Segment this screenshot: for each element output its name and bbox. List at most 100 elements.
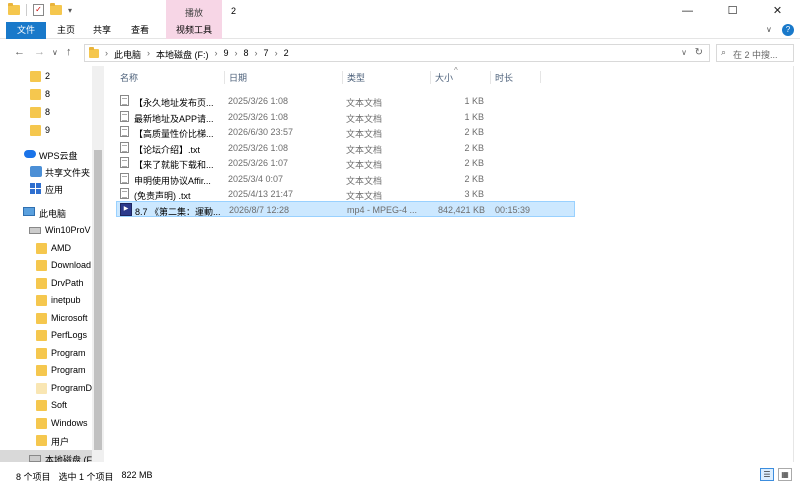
shared-folder-icon: [30, 166, 42, 177]
folder-icon: [36, 330, 47, 341]
table-row[interactable]: 【来了就能下载和... 2025/3/26 1:07 文本文档 2 KB: [116, 155, 676, 171]
sidebar-item-drive-f[interactable]: 本地磁盘 (F: [0, 450, 92, 462]
crumb-9[interactable]: 9: [224, 48, 229, 61]
text-file-icon: [120, 188, 129, 199]
tab-file[interactable]: 文件: [6, 22, 46, 39]
sidebar-item-amd[interactable]: AMD: [0, 240, 92, 257]
folder-icon: [36, 260, 47, 271]
sidebar-item-windows[interactable]: Windows: [0, 415, 92, 432]
column-header-name[interactable]: 名称: [120, 71, 138, 84]
search-icon: ⌕: [721, 47, 727, 57]
context-tab-play[interactable]: 播放: [166, 6, 222, 19]
text-file-icon: [120, 157, 129, 168]
recent-locations-icon[interactable]: ∨: [52, 48, 58, 57]
tab-home[interactable]: 主页: [50, 22, 82, 39]
table-row-selected[interactable]: ▶ 8.7 《第二集：運動... 2026/8/7 12:28 mp4 - MP…: [116, 201, 575, 217]
address-bar[interactable]: › 此电脑 › 本地磁盘 (F:) › 9 › 8 › 7 › 2 ∨ ↻: [84, 44, 710, 62]
maximize-button[interactable]: ☐: [710, 0, 755, 22]
sidebar-item-this-pc[interactable]: 此电脑: [0, 204, 92, 221]
folder-icon: [30, 107, 41, 118]
crumb-2[interactable]: 2: [284, 48, 289, 61]
table-row[interactable]: 【永久地址发布页... 2025/3/26 1:08 文本文档 1 KB: [116, 93, 676, 109]
text-file-icon: [120, 111, 129, 122]
up-arrow-icon[interactable]: ↑: [66, 46, 72, 58]
help-icon[interactable]: ?: [782, 24, 794, 36]
table-row[interactable]: 【论坛介绍】.txt 2025/3/26 1:08 文本文档 2 KB: [116, 140, 676, 156]
chevron-down-icon[interactable]: ∨: [681, 48, 687, 57]
title-bar: 播放 ✓ ▾ 2 — ☐ ✕: [0, 0, 800, 38]
divider: [540, 71, 541, 83]
folder-icon: [36, 278, 47, 289]
window-title: 2: [231, 6, 237, 16]
properties-icon[interactable]: ✓: [33, 4, 44, 16]
chevron-down-icon[interactable]: ∨: [766, 25, 776, 35]
tab-share[interactable]: 共享: [86, 22, 118, 39]
text-file-icon: [120, 173, 129, 184]
sidebar-item-microsoft[interactable]: Microsoft: [0, 310, 92, 327]
customize-dropdown-icon[interactable]: ▾: [68, 6, 72, 15]
sidebar-item-drvpath[interactable]: DrvPath: [0, 275, 92, 292]
sidebar-item-perflogs[interactable]: PerfLogs: [0, 327, 92, 344]
text-file-icon: [120, 126, 129, 137]
cloud-icon: [24, 150, 36, 158]
tab-view[interactable]: 查看: [124, 22, 156, 39]
folder-icon: [89, 47, 99, 58]
folder-icon: [36, 418, 47, 429]
crumb-this-pc[interactable]: 此电脑: [114, 48, 141, 61]
scrollbar-thumb[interactable]: [94, 150, 102, 450]
sidebar-item-soft[interactable]: Soft: [0, 397, 92, 414]
table-row[interactable]: 最新地址及APP请... 2025/3/26 1:08 文本文档 1 KB: [116, 109, 676, 125]
drive-icon: [29, 227, 41, 234]
tab-video-tools[interactable]: 视频工具: [166, 22, 222, 39]
item-count: 8 个项目: [16, 472, 51, 482]
table-row[interactable]: 申明使用协议Affir... 2025/3/4 0:07 文本文档 2 KB: [116, 171, 676, 187]
forward-arrow-icon[interactable]: →: [34, 46, 45, 58]
breadcrumb: › 此电脑 › 本地磁盘 (F:) › 9 › 8 › 7 › 2: [105, 48, 289, 61]
crumb-8[interactable]: 8: [244, 48, 249, 61]
sidebar-item-program-files-x86[interactable]: Program: [0, 362, 92, 379]
sidebar-item-drive-c[interactable]: Win10ProV: [0, 222, 92, 239]
drive-icon: [29, 455, 41, 462]
large-icons-view-button[interactable]: ▦: [778, 468, 792, 481]
minimize-button[interactable]: —: [665, 0, 710, 22]
sidebar-item-shared-folder[interactable]: 共享文件夹: [0, 163, 92, 180]
new-folder-icon[interactable]: [50, 3, 62, 15]
sidebar-item-9[interactable]: 9: [0, 122, 92, 139]
sidebar-item-users[interactable]: 用户: [0, 432, 92, 449]
sidebar-item-2[interactable]: 2: [0, 68, 92, 85]
sidebar-item-8[interactable]: 8: [0, 86, 92, 103]
sort-indicator-icon: ^: [454, 66, 458, 75]
sidebar-item-programdata[interactable]: ProgramD: [0, 380, 92, 397]
details-view-button[interactable]: ☰: [760, 468, 774, 481]
table-row[interactable]: (免责声明) .txt 2025/4/13 21:47 文本文档 3 KB: [116, 186, 676, 202]
search-placeholder: 在 2 中搜...: [733, 50, 778, 60]
crumb-drive-f[interactable]: 本地磁盘 (F:): [156, 48, 209, 61]
column-header-size[interactable]: 大小: [430, 71, 453, 84]
folder-icon: [30, 71, 41, 82]
sidebar-scrollbar[interactable]: [92, 66, 104, 462]
folder-icon: [30, 89, 41, 100]
folder-icon[interactable]: [8, 3, 20, 15]
sidebar-item-inetpub[interactable]: inetpub: [0, 292, 92, 309]
column-header-date[interactable]: 日期: [224, 71, 247, 84]
refresh-icon[interactable]: ↻: [695, 47, 703, 58]
sidebar-item-8[interactable]: 8: [0, 104, 92, 121]
table-row[interactable]: 【高质量性价比梯... 2026/6/30 23:57 文本文档 2 KB: [116, 124, 676, 140]
search-input[interactable]: ⌕ 在 2 中搜...: [716, 44, 794, 62]
crumb-7[interactable]: 7: [264, 48, 269, 61]
folder-icon: [36, 365, 47, 376]
file-list: 名称 日期 类型 大小 ^ 时长 【永久地址发布页... 2025/3/26 1…: [104, 66, 800, 462]
apps-icon: [30, 183, 41, 194]
column-header-duration[interactable]: 时长: [490, 71, 513, 84]
sidebar-item-program-files[interactable]: Program: [0, 345, 92, 362]
sidebar-item-apps[interactable]: 应用: [0, 180, 92, 197]
folder-icon: [36, 313, 47, 324]
back-arrow-icon[interactable]: ←: [14, 46, 25, 58]
folder-icon: [30, 125, 41, 136]
sidebar-item-wps-cloud[interactable]: WPS云盘: [0, 146, 92, 163]
sidebar-item-downloads[interactable]: Download: [0, 257, 92, 274]
column-header-type[interactable]: 类型: [342, 71, 365, 84]
folder-icon: [36, 348, 47, 359]
text-file-icon: [120, 95, 129, 106]
close-button[interactable]: ✕: [755, 0, 800, 22]
